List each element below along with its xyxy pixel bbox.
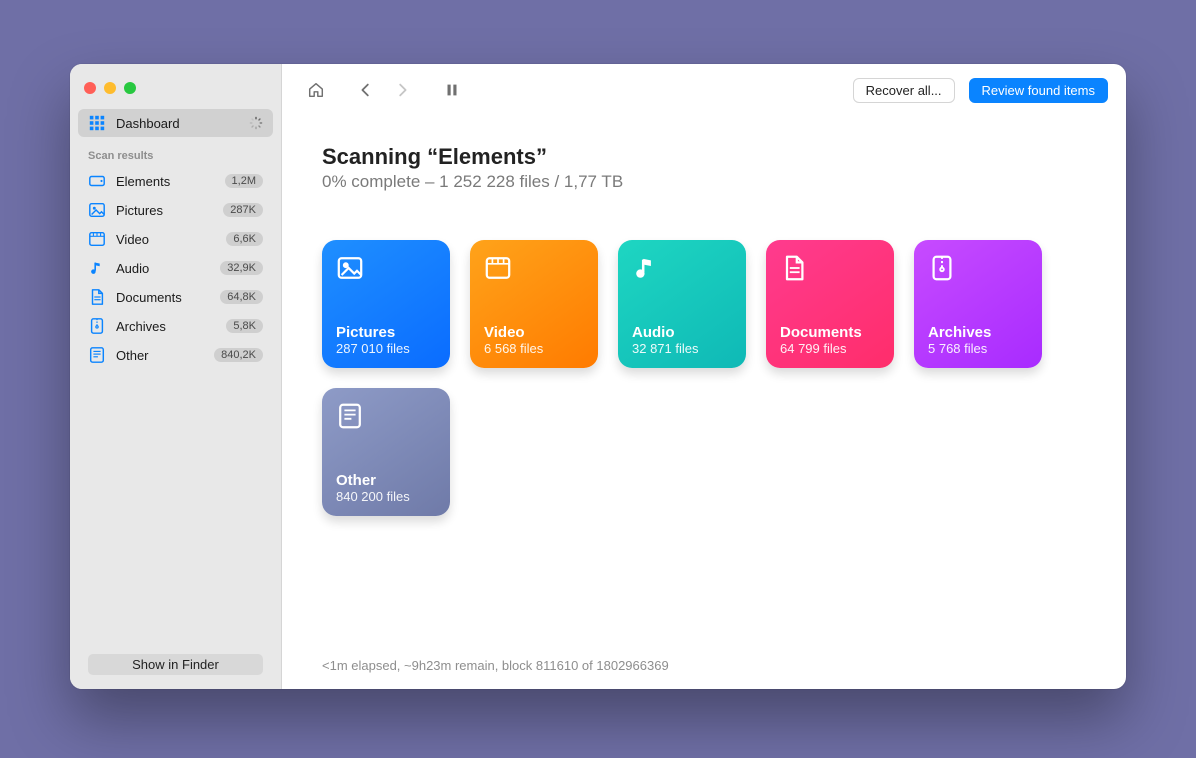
show-in-finder-button[interactable]: Show in Finder [88,654,263,675]
card-title: Archives [928,324,1028,341]
recover-all-button[interactable]: Recover all... [853,78,955,103]
home-button[interactable] [300,76,332,104]
sidebar-item-count: 64,8K [220,290,263,304]
card-subtitle: 64 799 files [780,341,880,356]
sidebar-item-count: 1,2M [225,174,263,188]
category-cards: Pictures287 010 filesVideo6 568 filesAud… [322,192,1086,516]
nav-back-button[interactable] [350,76,382,104]
category-card-documents[interactable]: Documents64 799 files [766,240,894,368]
window-controls [70,72,281,108]
app-window: Dashboard Scan results Elements 1,2M Pictu… [70,64,1126,689]
audio-icon [632,254,660,282]
card-title: Documents [780,324,880,341]
content: Scanning “Elements” 0% complete – 1 252 … [282,116,1126,648]
sidebar-item-archives[interactable]: Archives 5,8K [78,312,273,340]
document-icon [780,254,808,282]
sidebar-item-dashboard[interactable]: Dashboard [78,109,273,137]
video-icon [484,254,512,282]
category-card-pictures[interactable]: Pictures287 010 files [322,240,450,368]
sidebar-item-label: Video [116,232,216,247]
sidebar-item-label: Pictures [116,203,213,218]
page-title: Scanning “Elements” [322,144,1086,170]
sidebar-item-other[interactable]: Other 840,2K [78,341,273,369]
sidebar-item-label: Documents [116,290,210,305]
archive-icon [928,254,956,282]
card-title: Video [484,324,584,341]
status-bar: <1m elapsed, ~9h23m remain, block 811610… [282,648,1126,689]
review-found-items-button[interactable]: Review found items [969,78,1108,103]
sidebar: Dashboard Scan results Elements 1,2M Pictu… [70,64,282,689]
pause-button[interactable] [436,76,468,104]
main-area: Recover all... Review found items Scanni… [282,64,1126,689]
nav-forward-button[interactable] [386,76,418,104]
sidebar-item-label: Other [116,348,204,363]
sidebar-item-pictures[interactable]: Pictures 287K [78,196,273,224]
card-title: Pictures [336,324,436,341]
sidebar-item-count: 287K [223,203,263,217]
sidebar-item-label: Elements [116,174,215,189]
category-card-video[interactable]: Video6 568 files [470,240,598,368]
close-window-button[interactable] [84,82,96,94]
sidebar-item-count: 840,2K [214,348,263,362]
dashboard-icon [88,114,106,132]
sidebar-item-elements[interactable]: Elements 1,2M [78,167,273,195]
sidebar-item-label: Archives [116,319,216,334]
sidebar-item-label: Audio [116,261,210,276]
sidebar-item-documents[interactable]: Documents 64,8K [78,283,273,311]
sidebar-item-label: Dashboard [116,116,239,131]
card-subtitle: 6 568 files [484,341,584,356]
toolbar: Recover all... Review found items [282,64,1126,116]
sidebar-item-audio[interactable]: Audio 32,9K [78,254,273,282]
heading: Scanning “Elements” 0% complete – 1 252 … [322,116,1086,192]
card-title: Other [336,472,436,489]
card-subtitle: 32 871 files [632,341,732,356]
archive-icon [88,317,106,335]
other-icon [336,402,364,430]
sidebar-item-count: 32,9K [220,261,263,275]
other-icon [88,346,106,364]
maximize-window-button[interactable] [124,82,136,94]
card-subtitle: 287 010 files [336,341,436,356]
category-card-archives[interactable]: Archives5 768 files [914,240,1042,368]
sidebar-footer: Show in Finder [70,654,281,689]
picture-icon [336,254,364,282]
category-card-audio[interactable]: Audio32 871 files [618,240,746,368]
sidebar-item-count: 5,8K [226,319,263,333]
sidebar-item-video[interactable]: Video 6,6K [78,225,273,253]
category-card-other[interactable]: Other840 200 files [322,388,450,516]
audio-icon [88,259,106,277]
card-subtitle: 840 200 files [336,489,436,504]
picture-icon [88,201,106,219]
video-icon [88,230,106,248]
sidebar-section-header: Scan results [70,138,281,166]
card-title: Audio [632,324,732,341]
drive-icon [88,172,106,190]
document-icon [88,288,106,306]
scanning-spinner-icon [249,116,263,130]
card-subtitle: 5 768 files [928,341,1028,356]
sidebar-item-count: 6,6K [226,232,263,246]
page-subtitle: 0% complete – 1 252 228 files / 1,77 TB [322,172,1086,192]
minimize-window-button[interactable] [104,82,116,94]
